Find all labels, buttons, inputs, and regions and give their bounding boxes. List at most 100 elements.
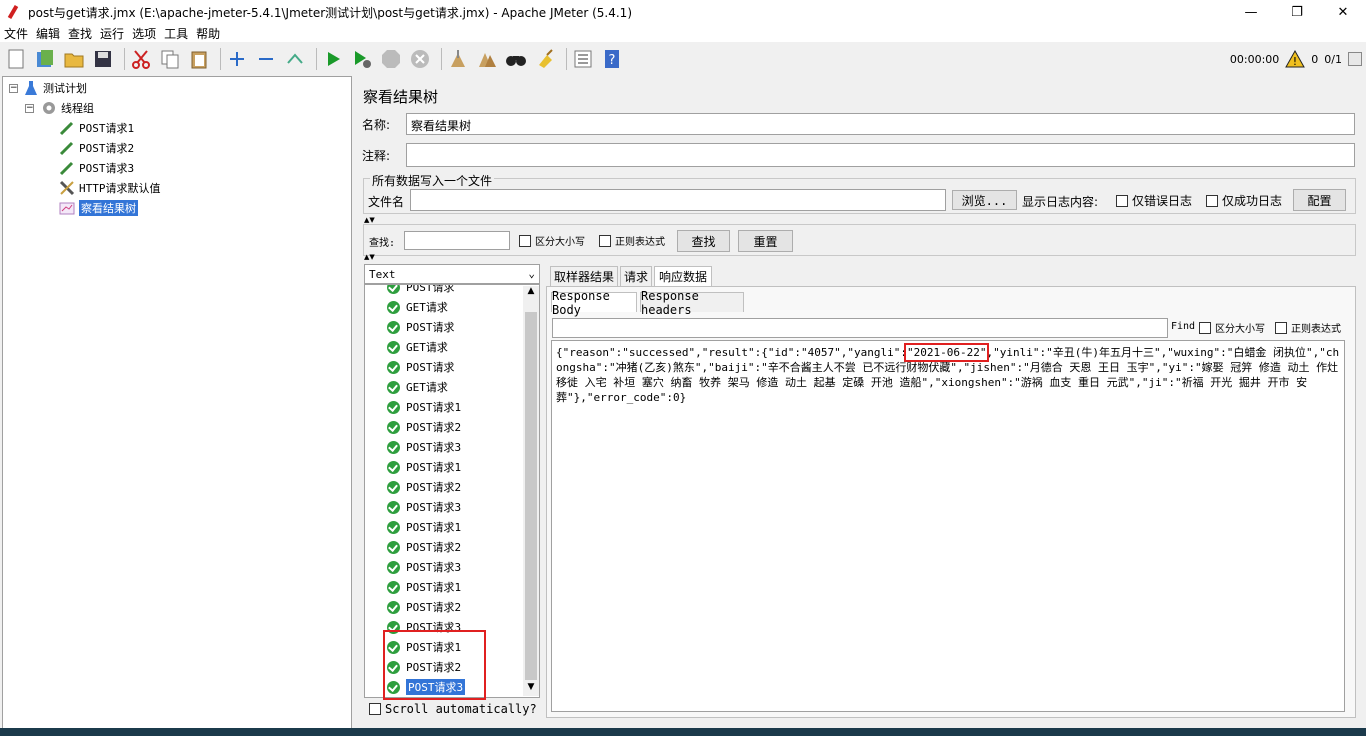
sample-row[interactable]: POST请求1 (387, 578, 461, 596)
reset-button[interactable]: 重置 (738, 230, 793, 252)
sample-row[interactable]: GET请求 (387, 338, 448, 356)
response-body-text[interactable]: {"reason":"successed","result":{"id":"40… (551, 340, 1345, 712)
success-check-icon (387, 300, 400, 314)
regex-checkbox[interactable]: 正则表达式 (599, 233, 665, 248)
name-input[interactable]: 察看结果树 (406, 113, 1355, 135)
warning-icon[interactable]: ! (1285, 50, 1306, 68)
open-folder-icon[interactable] (62, 47, 86, 71)
help-icon[interactable]: ? (600, 47, 624, 71)
tab-request[interactable]: 请求 (620, 266, 652, 286)
configure-button[interactable]: 配置 (1293, 189, 1346, 211)
warning-count: 0 (1311, 52, 1319, 66)
start-icon[interactable] (321, 47, 345, 71)
tab-response-data[interactable]: 响应数据 (654, 266, 712, 286)
success-check-icon (387, 540, 400, 554)
shutdown-icon[interactable] (408, 47, 432, 71)
success-check-icon (387, 460, 400, 474)
tree-collapse-toggle[interactable]: − (9, 84, 18, 93)
tree-item-post-request-1[interactable]: POST请求1 (59, 119, 134, 137)
toolbar-separator (316, 48, 317, 70)
function-list-icon[interactable] (571, 47, 595, 71)
menu-options[interactable]: 选项 (132, 25, 156, 42)
success-check-icon (387, 600, 400, 614)
sample-row[interactable]: POST请求3 (387, 558, 461, 576)
sample-row[interactable]: POST请求2 (387, 478, 461, 496)
cut-icon[interactable] (129, 47, 153, 71)
menu-edit[interactable]: 编辑 (36, 25, 60, 42)
filename-input[interactable] (410, 189, 946, 211)
sample-row[interactable]: POST请求2 (387, 538, 461, 556)
tree-item-thread-group[interactable]: 线程组 (41, 99, 94, 117)
toolbar-separator (220, 48, 221, 70)
sample-label: POST请求1 (406, 401, 462, 414)
tree-item-test-plan[interactable]: 测试计划 (23, 79, 87, 97)
sample-row[interactable]: POST请求 (387, 358, 455, 376)
search-input[interactable] (404, 231, 510, 250)
sample-row[interactable]: POST请求1 (387, 398, 461, 416)
find-case-checkbox[interactable]: 区分大小写 (1199, 320, 1265, 335)
sample-row[interactable]: POST请求1 (387, 458, 461, 476)
templates-icon[interactable] (33, 47, 57, 71)
test-plan-tree[interactable]: − 测试计划 − 线程组 POST请求1 POST请求2 POST请求3 HTT… (2, 76, 352, 730)
sample-row[interactable]: POST请求 (387, 285, 455, 296)
tab-response-body[interactable]: Response Body (551, 289, 637, 317)
menu-tools[interactable]: 工具 (164, 25, 188, 42)
tab-response-headers[interactable]: Response headers (640, 289, 744, 317)
search-label: 查找: (369, 238, 396, 249)
binoculars-icon[interactable] (504, 47, 528, 71)
jmeter-logo-icon (6, 5, 20, 19)
tree-item-view-results-tree[interactable]: 察看结果树 (59, 199, 138, 217)
find-in-response-input[interactable] (552, 318, 1168, 338)
scroll-down-icon[interactable]: ▼ (523, 682, 539, 696)
sample-row[interactable]: POST请求3 (387, 498, 461, 516)
new-file-icon[interactable] (4, 47, 28, 71)
stop-icon[interactable] (379, 47, 403, 71)
success-only-checkbox[interactable]: 仅成功日志 (1206, 192, 1282, 209)
clear-all-icon[interactable] (475, 47, 499, 71)
maximize-button[interactable]: ❐ (1274, 0, 1320, 24)
sample-row[interactable]: POST请求3 (387, 438, 461, 456)
save-icon[interactable] (91, 47, 115, 71)
sample-row[interactable]: POST请求2 (387, 598, 461, 616)
name-label: 名称: (362, 118, 391, 132)
find-regex-checkbox[interactable]: 正则表达式 (1275, 320, 1341, 335)
sample-row[interactable]: GET请求 (387, 298, 448, 316)
tree-item-http-defaults[interactable]: HTTP请求默认值 (59, 179, 161, 197)
tree-item-post-request-2[interactable]: POST请求2 (59, 139, 134, 157)
toggle-icon[interactable] (283, 47, 307, 71)
sample-row[interactable]: POST请求2 (387, 418, 461, 436)
sample-row[interactable]: POST请求1 (387, 518, 461, 536)
menu-help[interactable]: 帮助 (196, 25, 220, 42)
minimize-button[interactable]: — (1228, 0, 1274, 24)
collapse-icon[interactable] (254, 47, 278, 71)
pipette-icon (59, 140, 75, 156)
sample-row[interactable]: GET请求 (387, 378, 448, 396)
start-no-pause-icon[interactable] (350, 47, 374, 71)
splitter-arrow-icon[interactable]: ▲▼ (364, 216, 375, 224)
menu-run[interactable]: 运行 (100, 25, 124, 42)
browse-button[interactable]: 浏览... (952, 190, 1017, 210)
results-scrollbar[interactable]: ▲ ▼ (523, 286, 539, 696)
scroll-up-icon[interactable]: ▲ (523, 286, 539, 300)
case-sensitive-checkbox[interactable]: 区分大小写 (519, 233, 585, 248)
find-button[interactable]: 查找 (677, 230, 730, 252)
comment-input[interactable] (406, 143, 1355, 167)
paste-icon[interactable] (187, 47, 211, 71)
broom-icon[interactable] (533, 47, 557, 71)
sample-row[interactable]: POST请求 (387, 318, 455, 336)
tree-item-post-request-3[interactable]: POST请求3 (59, 159, 134, 177)
close-button[interactable]: ✕ (1320, 0, 1366, 24)
tab-sampler-result[interactable]: 取样器结果 (550, 266, 618, 286)
scroll-automatically-checkbox[interactable]: Scroll automatically? (369, 702, 537, 716)
errors-only-checkbox[interactable]: 仅错误日志 (1116, 192, 1192, 209)
scrollbar-thumb[interactable] (525, 312, 537, 680)
renderer-select[interactable]: Text ⌄ (364, 264, 540, 284)
tree-collapse-toggle[interactable]: − (25, 104, 34, 113)
clear-icon[interactable] (446, 47, 470, 71)
menu-file[interactable]: 文件 (4, 25, 28, 42)
copy-icon[interactable] (158, 47, 182, 71)
sample-label: POST请求2 (406, 541, 462, 554)
menu-search[interactable]: 查找 (68, 25, 92, 42)
expand-icon[interactable] (225, 47, 249, 71)
splitter-arrow-icon[interactable]: ▲▼ (364, 253, 375, 261)
